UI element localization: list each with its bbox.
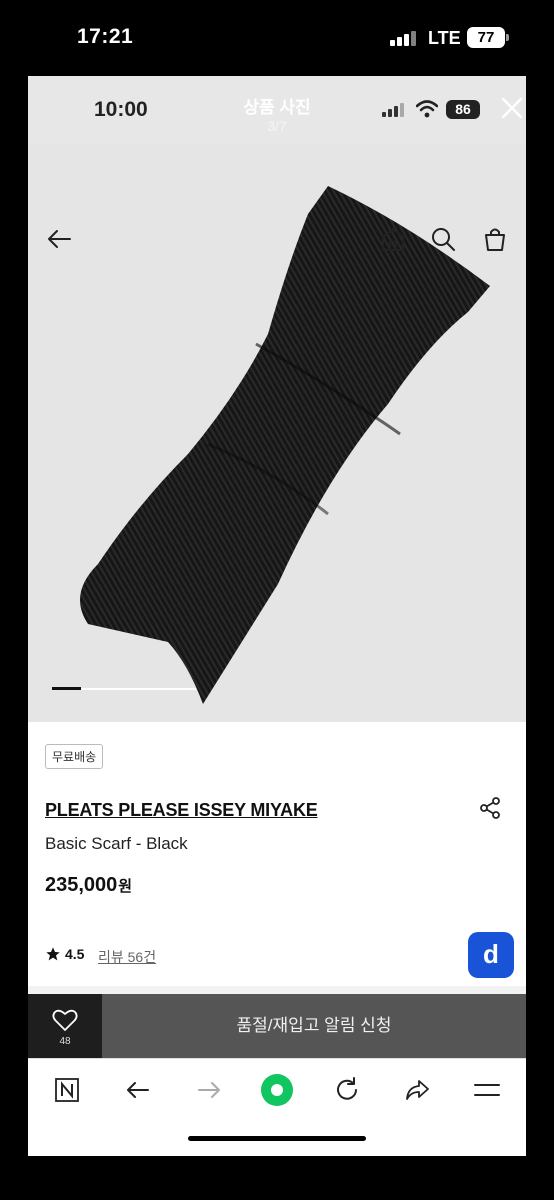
green-home-icon[interactable] bbox=[260, 1073, 294, 1107]
status-time: 17:21 bbox=[77, 25, 134, 48]
share-arrow-icon[interactable] bbox=[402, 1075, 432, 1105]
d-app-button[interactable]: d bbox=[468, 932, 514, 978]
signal-icon bbox=[390, 30, 416, 46]
wishlist-button[interactable]: 48 bbox=[28, 994, 102, 1058]
menu-icon[interactable] bbox=[472, 1075, 502, 1105]
free-shipping-badge: 무료배송 bbox=[45, 744, 104, 769]
home-indicator bbox=[188, 1136, 366, 1141]
rating: 4.5 bbox=[45, 946, 84, 962]
share-icon[interactable] bbox=[478, 796, 502, 820]
cart-icon[interactable] bbox=[480, 224, 510, 254]
battery-icon: 77 bbox=[467, 27, 509, 48]
price-currency: 원 bbox=[118, 878, 133, 895]
naver-icon[interactable] bbox=[52, 1075, 82, 1105]
restock-alert-button[interactable]: 품절/재입고 알림 신청 bbox=[102, 994, 526, 1058]
product-price: 235,000원 bbox=[45, 874, 132, 897]
browser-back-icon[interactable] bbox=[123, 1075, 153, 1105]
inner-signal-icon bbox=[382, 103, 404, 117]
browser-toolbar bbox=[28, 1058, 526, 1120]
photo-counter: 3/7 bbox=[267, 118, 287, 134]
review-count-link[interactable]: 리뷰 56건 bbox=[98, 947, 156, 967]
star-icon bbox=[46, 947, 60, 961]
price-value: 235,000 bbox=[45, 874, 118, 896]
search-icon[interactable] bbox=[428, 224, 458, 254]
slide-indicator-fill bbox=[52, 687, 81, 690]
product-image[interactable] bbox=[28, 144, 526, 722]
screenshot-card: 10:00 상품 사진 3/7 86 무료배송 PLEATS PLEASE IS… bbox=[28, 76, 526, 1156]
heart-icon bbox=[52, 1009, 78, 1031]
slide-indicator bbox=[52, 687, 196, 690]
product-name: Basic Scarf - Black bbox=[45, 834, 188, 853]
browser-forward-icon[interactable] bbox=[194, 1075, 224, 1105]
inner-battery-icon: 86 bbox=[446, 100, 480, 119]
wifi-icon bbox=[416, 100, 438, 118]
network-type: LTE bbox=[428, 28, 461, 48]
rating-value: 4.5 bbox=[65, 946, 85, 962]
brand-name[interactable]: PLEATS PLEASE ISSEY MIYAKE bbox=[45, 800, 318, 821]
back-arrow-icon[interactable] bbox=[44, 224, 74, 254]
section-divider bbox=[28, 986, 526, 994]
photo-viewer-header: 10:00 상품 사진 3/7 86 bbox=[28, 76, 526, 144]
home-icon[interactable] bbox=[378, 224, 408, 254]
close-icon[interactable] bbox=[500, 96, 524, 120]
refresh-icon[interactable] bbox=[332, 1075, 362, 1105]
wishlist-count: 48 bbox=[59, 1036, 71, 1047]
phone-status-bar: 17:21 LTE 77 bbox=[0, 0, 554, 76]
